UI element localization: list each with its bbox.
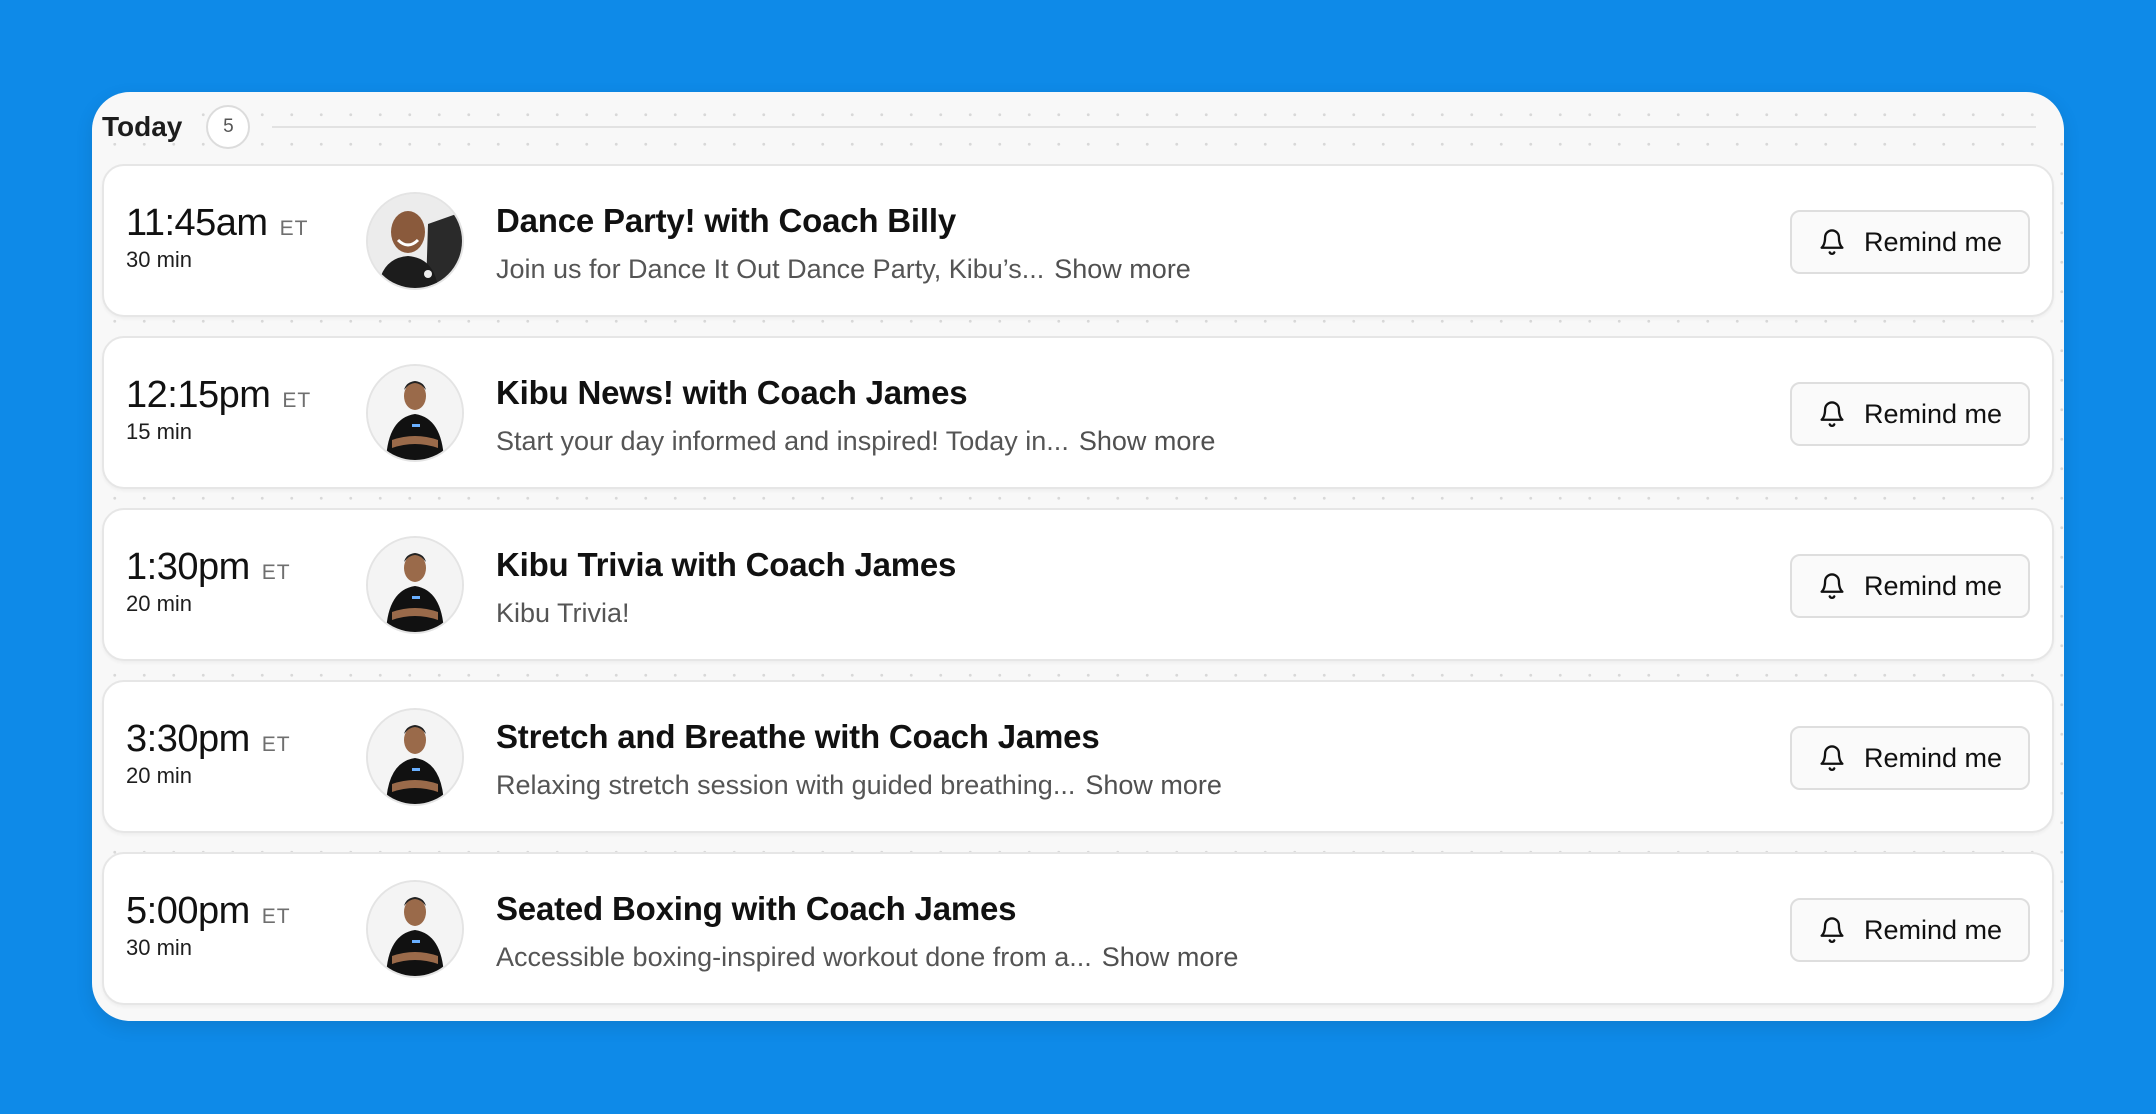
- session-duration: 15 min: [126, 419, 193, 444]
- session-time-block: 3:30pm ET 20 min: [126, 718, 291, 789]
- remind-me-button[interactable]: Remind me: [1790, 382, 2030, 446]
- session-time-block: 11:45am ET 30 min: [126, 202, 308, 273]
- day-title: Today: [102, 111, 195, 143]
- session-timezone: ET: [282, 389, 312, 412]
- session-duration: 20 min: [126, 763, 193, 788]
- coach-james-avatar: [366, 536, 464, 634]
- session-row: 12:15pm ET 15 min Kibu News! with Coach …: [102, 336, 2054, 489]
- coach-james-avatar: [366, 880, 464, 978]
- schedule-card: Today 5 11:45am ET 30 min Dance Party! w…: [92, 92, 2064, 1021]
- session-description: Start your day informed and inspired! To…: [496, 426, 1069, 456]
- session-row: 11:45am ET 30 min Dance Party! with Coac…: [102, 164, 2054, 317]
- remind-me-label: Remind me: [1863, 742, 2003, 773]
- session-title: Kibu Trivia with Coach James: [496, 546, 957, 583]
- session-time-block: 12:15pm ET 15 min: [126, 374, 311, 445]
- session-timezone: ET: [279, 217, 309, 240]
- remind-me-label: Remind me: [1863, 570, 2003, 601]
- remind-me-button[interactable]: Remind me: [1790, 726, 2030, 790]
- session-time-block: 5:00pm ET 30 min: [126, 890, 291, 961]
- session-content: Dance Party! with Coach Billy Join us fo…: [496, 202, 1191, 285]
- session-time: 3:30pm: [126, 718, 250, 760]
- remind-me-label: Remind me: [1863, 914, 2003, 945]
- session-time: 1:30pm: [126, 546, 250, 588]
- session-timezone: ET: [261, 733, 291, 756]
- session-title: Kibu News! with Coach James: [496, 374, 968, 411]
- bell-icon: [1818, 743, 1846, 773]
- session-row: 5:00pm ET 30 min Seated Boxing with Coac…: [102, 852, 2054, 1005]
- bell-icon: [1818, 399, 1846, 429]
- session-time-block: 1:30pm ET 20 min: [126, 546, 291, 617]
- show-more-link[interactable]: Show more: [1102, 942, 1239, 972]
- show-more-link[interactable]: Show more: [1054, 254, 1191, 284]
- session-content: Kibu News! with Coach James Start your d…: [496, 374, 1215, 457]
- session-time: 11:45am: [126, 202, 268, 244]
- remind-me-button[interactable]: Remind me: [1790, 898, 2030, 962]
- remind-me-button[interactable]: Remind me: [1790, 554, 2030, 618]
- bell-icon: [1818, 227, 1846, 257]
- session-timezone: ET: [261, 561, 291, 584]
- session-title: Dance Party! with Coach Billy: [496, 202, 956, 239]
- session-title: Seated Boxing with Coach James: [496, 890, 1017, 927]
- session-count-badge: 5: [206, 105, 251, 149]
- session-content: Kibu Trivia with Coach James Kibu Trivia…: [496, 546, 956, 629]
- remind-me-button[interactable]: Remind me: [1790, 210, 2030, 274]
- session-duration: 20 min: [126, 591, 193, 616]
- session-content: Stretch and Breathe with Coach James Rel…: [496, 718, 1222, 801]
- session-timezone: ET: [261, 905, 291, 928]
- coach-billy-avatar: [366, 192, 464, 290]
- coach-james-avatar: [366, 708, 464, 806]
- bell-icon: [1818, 915, 1846, 945]
- header-divider: [272, 126, 2036, 128]
- remind-me-label: Remind me: [1863, 398, 2003, 429]
- remind-me-label: Remind me: [1863, 226, 2003, 257]
- session-title: Stretch and Breathe with Coach James: [496, 718, 1100, 755]
- session-description: Relaxing stretch session with guided bre…: [496, 770, 1076, 800]
- session-time: 5:00pm: [126, 890, 250, 932]
- session-duration: 30 min: [126, 935, 193, 960]
- session-list: 11:45am ET 30 min Dance Party! with Coac…: [102, 164, 2054, 1021]
- session-description: Join us for Dance It Out Dance Party, Ki…: [496, 254, 1045, 284]
- bell-icon: [1818, 571, 1846, 601]
- session-row: 1:30pm ET 20 min Kibu Trivia with Coach …: [102, 508, 2054, 661]
- show-more-link[interactable]: Show more: [1079, 426, 1216, 456]
- day-header: Today 5: [102, 98, 2036, 156]
- coach-james-avatar: [366, 364, 464, 462]
- session-description: Kibu Trivia!: [496, 598, 630, 628]
- session-duration: 30 min: [126, 247, 193, 272]
- show-more-link[interactable]: Show more: [1085, 770, 1222, 800]
- session-time: 12:15pm: [126, 374, 271, 416]
- session-content: Seated Boxing with Coach James Accessibl…: [496, 890, 1238, 973]
- session-description: Accessible boxing-inspired workout done …: [496, 942, 1092, 972]
- session-row: 3:30pm ET 20 min Stretch and Breathe wit…: [102, 680, 2054, 833]
